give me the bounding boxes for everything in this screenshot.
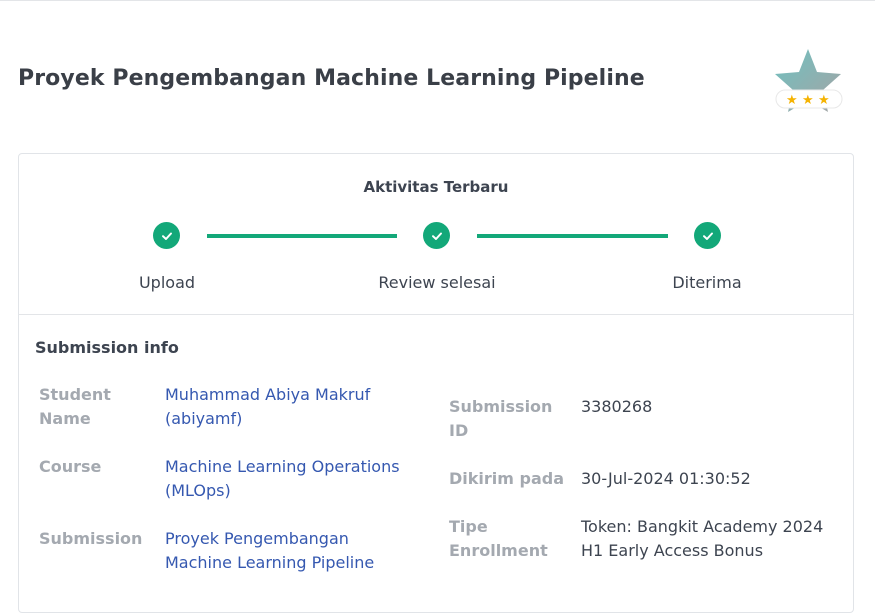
course-label: Course [39, 457, 102, 476]
step-accepted-check-icon [694, 222, 721, 249]
enrollment-type-label: Tipe Enrollment [449, 517, 548, 560]
svg-text:★: ★ [786, 93, 798, 108]
step-review-check-icon [423, 222, 450, 249]
activity-title: Aktivitas Terbaru [363, 178, 509, 196]
svg-text:★: ★ [818, 93, 830, 108]
submission-info-title: Submission info [35, 338, 179, 357]
sent-at-label: Dikirim pada [449, 469, 565, 488]
submission-id-label: Submission ID [449, 397, 553, 440]
step-label-review: Review selesai [378, 273, 496, 292]
submission-label: Submission [39, 529, 143, 548]
star-rating-badge-icon: ★ ★ ★ [772, 46, 844, 116]
page-title: Proyek Pengembangan Machine Learning Pip… [18, 66, 645, 91]
student-name-link[interactable]: Muhammad Abiya Makruf (abiyamf) [165, 383, 395, 431]
step-upload-check-icon [153, 222, 180, 249]
enrollment-type-value: Token: Bangkit Academy 2024 H1 Early Acc… [581, 517, 824, 560]
progress-line-1 [207, 234, 397, 238]
progress-line-2 [477, 234, 668, 238]
submission-card: Aktivitas Terbaru Upload Review selesai … [18, 153, 854, 613]
course-link[interactable]: Machine Learning Operations (MLOps) [165, 455, 405, 503]
submission-id-value: 3380268 [581, 397, 653, 416]
step-label-upload: Upload [138, 273, 196, 292]
submission-link[interactable]: Proyek Pengembangan Machine Learning Pip… [165, 527, 415, 575]
sent-at-value: 30-Jul-2024 01:30:52 [581, 469, 751, 488]
top-divider [0, 0, 875, 1]
section-divider [19, 314, 853, 315]
step-label-accepted: Diterima [672, 273, 742, 292]
svg-text:★: ★ [802, 93, 814, 108]
student-name-label: Student Name [39, 385, 111, 428]
